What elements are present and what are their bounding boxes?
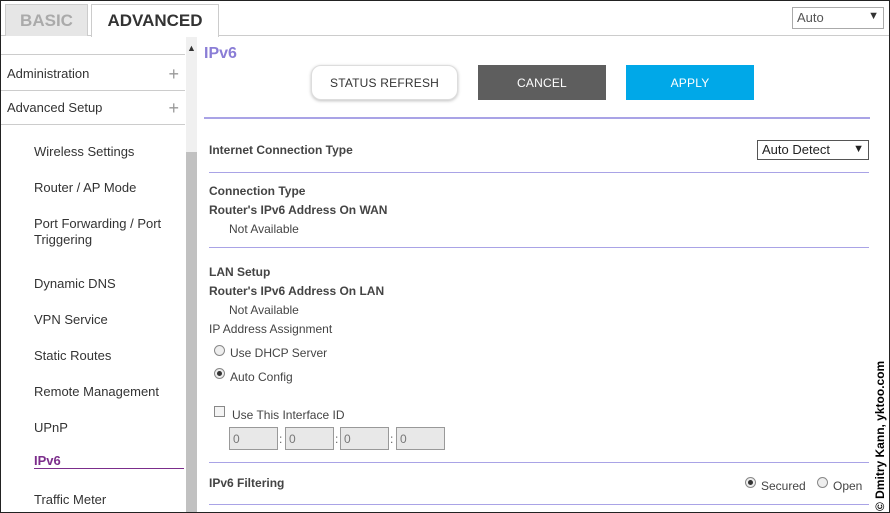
language-select[interactable]: Auto ▼ bbox=[792, 7, 884, 29]
filtering-secured-radio[interactable] bbox=[745, 477, 756, 488]
tab-basic[interactable]: BASIC bbox=[5, 4, 88, 36]
sidebar-section-label: Advanced Setup bbox=[7, 100, 103, 115]
language-select-value: Auto bbox=[797, 10, 824, 25]
lan-address-value: Not Available bbox=[229, 303, 299, 317]
clipped-text: ˇ bbox=[37, 37, 42, 46]
interface-id-checkbox[interactable] bbox=[214, 406, 225, 417]
chevron-down-icon: ▼ bbox=[868, 10, 879, 22]
lan-address-label: Router's IPv6 Address On LAN bbox=[209, 284, 385, 298]
colon-separator: : bbox=[279, 432, 283, 446]
sidebar-item-port-forwarding[interactable]: Port Forwarding / Port Triggering bbox=[34, 216, 174, 248]
status-refresh-button[interactable]: STATUS REFRESH bbox=[311, 65, 458, 100]
auto-config-label: Auto Config bbox=[230, 370, 293, 384]
colon-separator: : bbox=[390, 432, 394, 446]
sidebar-item-upnp[interactable]: UPnP bbox=[34, 420, 174, 436]
sidebar-scrollbar-thumb[interactable] bbox=[186, 152, 197, 512]
expand-plus-icon[interactable]: + bbox=[168, 98, 179, 119]
auto-config-radio[interactable] bbox=[214, 368, 225, 379]
divider bbox=[209, 172, 869, 173]
interface-id-field-2[interactable]: 0 bbox=[285, 427, 334, 450]
colon-separator: : bbox=[335, 432, 339, 446]
lan-setup-label: LAN Setup bbox=[209, 265, 271, 279]
chevron-down-icon: ▼ bbox=[853, 143, 864, 155]
sidebar-item-traffic-meter[interactable]: Traffic Meter bbox=[34, 492, 174, 508]
active-item-underline bbox=[34, 468, 184, 469]
sidebar-item-vpn-service[interactable]: VPN Service bbox=[34, 312, 174, 328]
filtering-open-label: Open bbox=[833, 479, 863, 493]
sidebar-section-label: Administration bbox=[7, 66, 90, 81]
sidebar-clipped-item: ˇ bbox=[1, 37, 185, 55]
interface-id-field-1[interactable]: 0 bbox=[229, 427, 278, 450]
scroll-up-icon[interactable]: ▲ bbox=[187, 43, 196, 53]
interface-id-field-3[interactable]: 0 bbox=[340, 427, 389, 450]
top-tab-bar: BASIC ADVANCED Auto ▼ bbox=[1, 1, 889, 37]
wan-address-label: Router's IPv6 Address On WAN bbox=[209, 203, 388, 217]
copyright-watermark: © Dmitry Kann, yktoo.com bbox=[873, 360, 887, 511]
sidebar-item-remote-management[interactable]: Remote Management bbox=[34, 384, 174, 400]
sidebar: ˇ Administration + Advanced Setup + Wire… bbox=[1, 37, 198, 512]
sidebar-item-wireless-settings[interactable]: Wireless Settings bbox=[34, 144, 174, 160]
cancel-button[interactable]: CANCEL bbox=[478, 65, 606, 100]
interface-id-label: Use This Interface ID bbox=[232, 408, 345, 422]
apply-button[interactable]: APPLY bbox=[626, 65, 754, 100]
wan-address-value: Not Available bbox=[229, 222, 299, 236]
page-title: IPv6 bbox=[204, 45, 237, 62]
connection-type-label: Connection Type bbox=[209, 184, 306, 198]
sidebar-item-dynamic-dns[interactable]: Dynamic DNS bbox=[34, 276, 174, 292]
dhcp-server-label: Use DHCP Server bbox=[230, 346, 328, 360]
expand-plus-icon[interactable]: + bbox=[168, 64, 179, 85]
filtering-open-radio[interactable] bbox=[817, 477, 828, 488]
filtering-secured-label: Secured bbox=[761, 479, 806, 493]
sidebar-item-static-routes[interactable]: Static Routes bbox=[34, 348, 174, 364]
ip-assignment-label: IP Address Assignment bbox=[209, 322, 333, 336]
main-panel: IPv6 STATUS REFRESH CANCEL APPLY Interne… bbox=[198, 37, 876, 512]
internet-connection-type-select[interactable]: Auto Detect ▼ bbox=[757, 140, 869, 160]
internet-connection-type-label: Internet Connection Type bbox=[209, 143, 353, 157]
sidebar-section-advanced-setup[interactable]: Advanced Setup + bbox=[1, 91, 185, 125]
interface-id-field-4[interactable]: 0 bbox=[396, 427, 445, 450]
divider bbox=[209, 504, 869, 505]
internet-connection-type-value: Auto Detect bbox=[762, 142, 830, 157]
router-admin-window: BASIC ADVANCED Auto ▼ ˇ Administration +… bbox=[0, 0, 890, 513]
divider bbox=[209, 247, 869, 248]
dhcp-server-radio[interactable] bbox=[214, 345, 225, 356]
sidebar-section-administration[interactable]: Administration + bbox=[1, 57, 185, 91]
divider bbox=[204, 117, 870, 119]
ipv6-filtering-label: IPv6 Filtering bbox=[209, 476, 285, 490]
divider bbox=[209, 462, 869, 463]
sidebar-item-ipv6[interactable]: IPv6 bbox=[34, 453, 174, 469]
sidebar-item-router-ap-mode[interactable]: Router / AP Mode bbox=[34, 180, 174, 196]
tab-advanced[interactable]: ADVANCED bbox=[91, 4, 219, 37]
